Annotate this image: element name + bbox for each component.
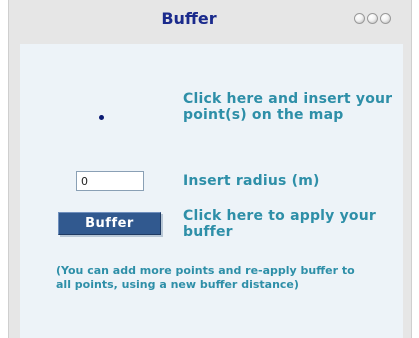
- apply-buffer-hint: Click here to apply your buffer: [183, 208, 376, 240]
- buffer-panel: Click here and insert your point(s) on t…: [20, 44, 403, 338]
- buffer-window: Buffer Click here and insert your point(…: [8, 0, 412, 338]
- window-control-icon[interactable]: [367, 13, 378, 24]
- window-control-icon[interactable]: [380, 13, 391, 24]
- window-controls: [354, 13, 391, 24]
- buffer-button[interactable]: Buffer: [58, 212, 161, 235]
- window-control-icon[interactable]: [354, 13, 365, 24]
- radius-input[interactable]: [76, 171, 144, 191]
- insert-point-link[interactable]: Click here and insert your point(s) on t…: [183, 91, 398, 123]
- radius-label: Insert radius (m): [183, 173, 320, 189]
- buffer-note: (You can add more points and re-apply bu…: [56, 264, 355, 291]
- window-title: Buffer: [161, 9, 217, 28]
- point-tool-icon[interactable]: [99, 115, 104, 120]
